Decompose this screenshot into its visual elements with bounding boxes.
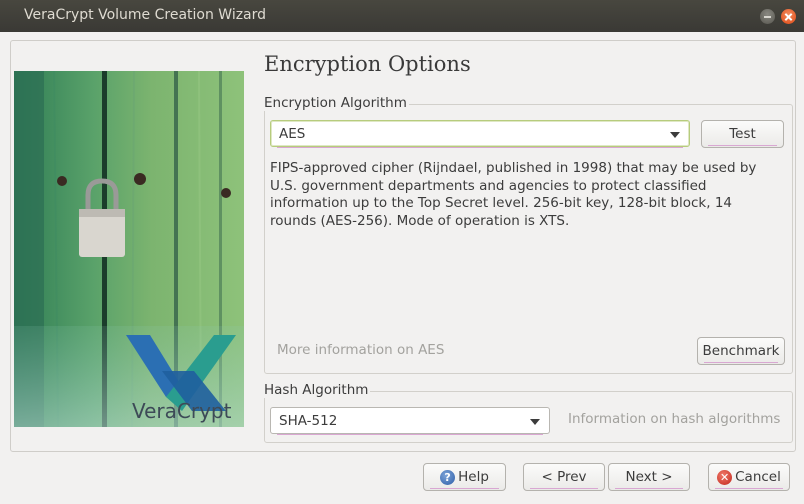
veracrypt-logo-text: VeraCrypt [132, 399, 232, 423]
help-icon: ? [440, 469, 456, 485]
minimize-icon[interactable] [760, 9, 775, 24]
cancel-icon: ✕ [717, 469, 733, 485]
prev-button[interactable]: < Prev [523, 463, 605, 491]
close-icon[interactable] [781, 9, 796, 24]
chevron-down-icon [670, 132, 680, 138]
button-underline [615, 488, 683, 489]
help-button-label: Help [458, 469, 489, 485]
chevron-down-icon [530, 419, 540, 425]
button-underline [704, 362, 778, 363]
button-underline [430, 488, 499, 489]
benchmark-button-label: Benchmark [702, 343, 780, 359]
focus-underline [277, 434, 543, 435]
help-button[interactable]: ? Help [423, 463, 506, 491]
next-button[interactable]: Next > [608, 463, 690, 491]
title-bar: VeraCrypt Volume Creation Wizard [0, 0, 804, 32]
more-info-aes-link[interactable]: More information on AES [277, 342, 444, 358]
window-title: VeraCrypt Volume Creation Wizard [24, 7, 267, 23]
focus-underline [277, 147, 683, 148]
cancel-button[interactable]: ✕ Cancel [708, 463, 790, 491]
button-underline [708, 145, 777, 146]
hash-algorithm-select[interactable]: SHA-512 [270, 407, 550, 435]
button-underline [715, 488, 783, 489]
benchmark-button[interactable]: Benchmark [697, 337, 785, 365]
page-title: Encryption Options [264, 52, 471, 76]
button-underline [530, 488, 598, 489]
encryption-algorithm-value: AES [279, 126, 306, 142]
hash-algorithm-label: Hash Algorithm [262, 382, 371, 398]
veracrypt-banner-image: VeraCrypt [14, 71, 244, 427]
test-button[interactable]: Test [701, 120, 784, 148]
prev-button-label: < Prev [541, 469, 587, 485]
hash-info-link[interactable]: Information on hash algorithms [568, 411, 780, 427]
encryption-algorithm-select[interactable]: AES [270, 120, 690, 148]
next-button-label: Next > [625, 469, 673, 485]
cancel-button-label: Cancel [735, 469, 781, 485]
algorithm-description: FIPS-approved cipher (Rijndael, publishe… [270, 160, 757, 229]
hash-algorithm-value: SHA-512 [279, 413, 338, 429]
encryption-algorithm-label: Encryption Algorithm [262, 95, 409, 111]
test-button-label: Test [729, 126, 756, 142]
